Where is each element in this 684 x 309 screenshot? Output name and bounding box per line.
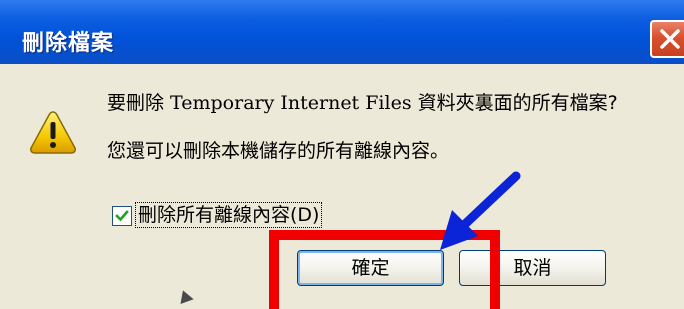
message-line-2: 您還可以刪除本機儲存的所有離線內容。 bbox=[107, 140, 450, 162]
close-button[interactable] bbox=[650, 20, 684, 58]
folder-name: Temporary Internet Files bbox=[170, 92, 412, 114]
message-line-1-prefix: 要刪除 bbox=[107, 92, 171, 114]
message-line-1-suffix: 資料夾裏面的所有檔案? bbox=[411, 92, 618, 114]
warning-icon bbox=[30, 111, 76, 154]
title-bar[interactable]: 刪除檔案 bbox=[0, 0, 684, 64]
highlight-box-annotation bbox=[269, 230, 500, 309]
close-x-icon bbox=[660, 29, 680, 49]
checkmark-icon bbox=[115, 210, 129, 222]
delete-offline-label[interactable]: 刪除所有離線內容(D) bbox=[134, 202, 323, 228]
message-line-1: 要刪除 Temporary Internet Files 資料夾裏面的所有檔案? bbox=[107, 88, 618, 115]
window-title: 刪除檔案 bbox=[22, 31, 115, 56]
delete-files-dialog: 刪除檔案 要刪除 Temporary Internet Files 資料夾裏面的… bbox=[0, 0, 684, 309]
delete-offline-checkbox[interactable] bbox=[112, 206, 132, 226]
